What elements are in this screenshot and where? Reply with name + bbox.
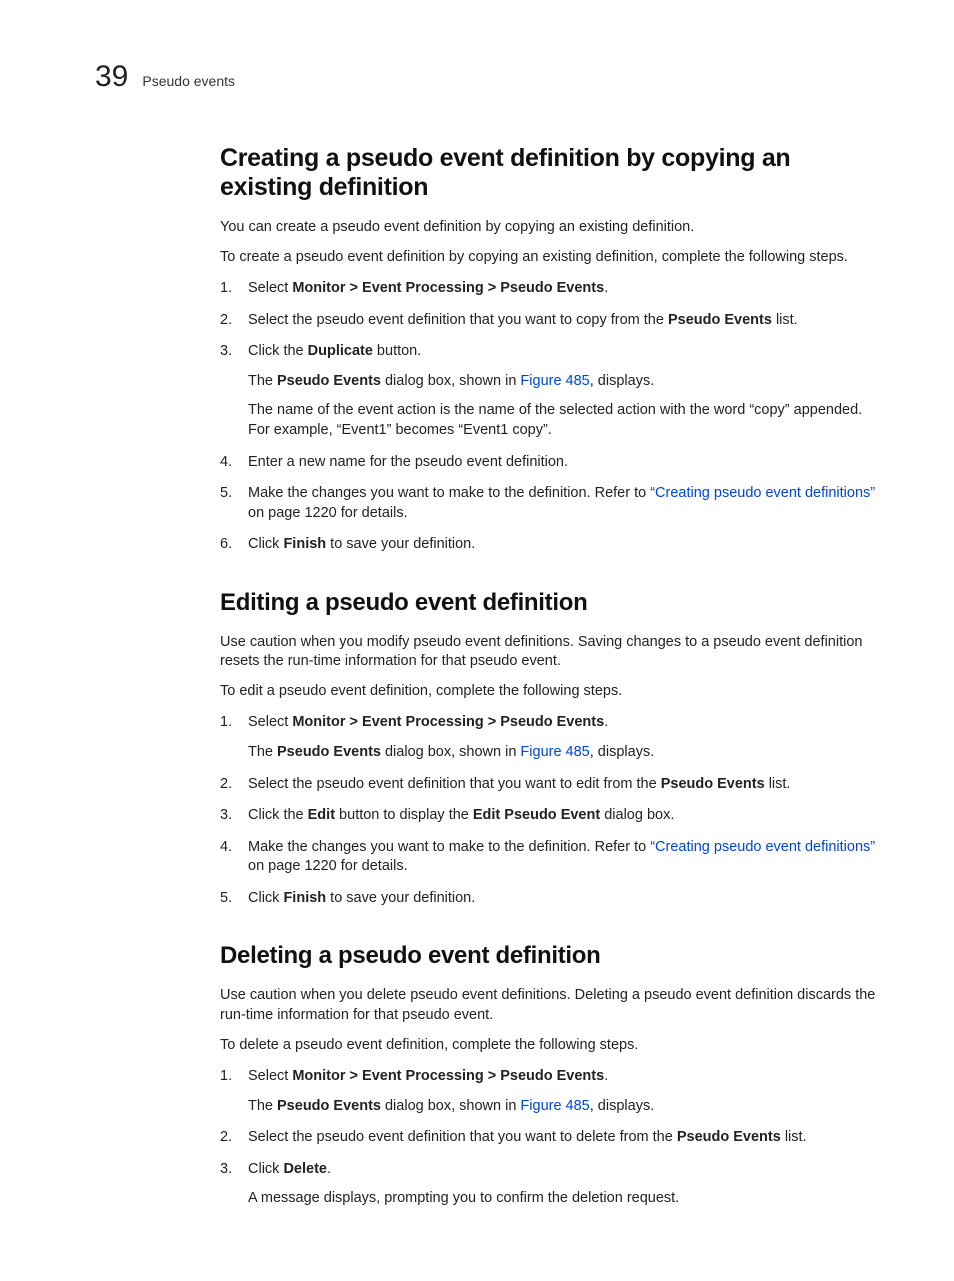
menu-path: Monitor > Event Processing > Pseudo Even…	[292, 1068, 604, 1084]
step-item: Select the pseudo event definition that …	[220, 311, 884, 331]
text: list.	[765, 776, 791, 792]
step-item: Select the pseudo event definition that …	[220, 1128, 884, 1148]
step-list: Select Monitor > Event Processing > Pseu…	[220, 713, 884, 908]
text: Click	[248, 1161, 283, 1177]
paragraph: To create a pseudo event definition by c…	[220, 248, 884, 268]
ui-label: Finish	[283, 536, 326, 552]
ui-label: Pseudo Events	[277, 744, 381, 760]
text: button to display the	[335, 807, 473, 823]
text: Click the	[248, 807, 308, 823]
text: Make the changes you want to make to the…	[248, 839, 650, 855]
paragraph: You can create a pseudo event definition…	[220, 218, 884, 238]
ui-label: Pseudo Events	[277, 373, 381, 389]
paragraph: To delete a pseudo event definition, com…	[220, 1036, 884, 1056]
step-item: Click Finish to save your definition.	[220, 889, 884, 909]
page: 39 Pseudo events Creating a pseudo event…	[0, 0, 954, 1281]
text: to save your definition.	[326, 536, 475, 552]
step-item: Select Monitor > Event Processing > Pseu…	[220, 713, 884, 762]
text: .	[604, 714, 608, 730]
text: Select the pseudo event definition that …	[248, 1129, 677, 1145]
step-list: Select Monitor > Event Processing > Pseu…	[220, 279, 884, 555]
text: Select the pseudo event definition that …	[248, 312, 668, 328]
step-note: The Pseudo Events dialog box, shown in F…	[248, 372, 884, 392]
section-heading-deleting: Deleting a pseudo event definition	[220, 942, 884, 970]
menu-path: Monitor > Event Processing > Pseudo Even…	[292, 714, 604, 730]
text: , displays.	[590, 1098, 654, 1114]
chapter-title: Pseudo events	[142, 73, 235, 89]
text: Click	[248, 890, 283, 906]
figure-link[interactable]: Figure 485	[520, 1098, 589, 1114]
running-header: 39 Pseudo events	[95, 60, 884, 94]
section-heading-creating: Creating a pseudo event definition by co…	[220, 144, 884, 202]
step-note: A message displays, prompting you to con…	[248, 1189, 884, 1209]
paragraph: Use caution when you modify pseudo event…	[220, 633, 884, 672]
text: .	[327, 1161, 331, 1177]
ui-label: Pseudo Events	[668, 312, 772, 328]
text: .	[604, 280, 608, 296]
ui-label: Edit Pseudo Event	[473, 807, 600, 823]
text: Select	[248, 280, 292, 296]
step-item: Select Monitor > Event Processing > Pseu…	[220, 279, 884, 299]
text: button.	[373, 343, 421, 359]
step-item: Click the Duplicate button. The Pseudo E…	[220, 342, 884, 440]
text: , displays.	[590, 373, 654, 389]
ui-label: Pseudo Events	[277, 1098, 381, 1114]
text: dialog box, shown in	[381, 373, 520, 389]
content: Creating a pseudo event definition by co…	[220, 144, 884, 1209]
cross-ref-link[interactable]: “Creating pseudo event definitions”	[650, 485, 875, 501]
step-list: Select Monitor > Event Processing > Pseu…	[220, 1067, 884, 1209]
paragraph: To edit a pseudo event definition, compl…	[220, 682, 884, 702]
step-item: Select the pseudo event definition that …	[220, 775, 884, 795]
step-item: Make the changes you want to make to the…	[220, 484, 884, 523]
text: The	[248, 373, 277, 389]
cross-ref-link[interactable]: “Creating pseudo event definitions”	[650, 839, 875, 855]
menu-path: Monitor > Event Processing > Pseudo Even…	[292, 280, 604, 296]
text: , displays.	[590, 744, 654, 760]
step-item: Click the Edit button to display the Edi…	[220, 806, 884, 826]
text: dialog box.	[600, 807, 674, 823]
text: Click	[248, 536, 283, 552]
figure-link[interactable]: Figure 485	[520, 744, 589, 760]
ui-label: Pseudo Events	[661, 776, 765, 792]
text: list.	[781, 1129, 807, 1145]
step-item: Click Delete. A message displays, prompt…	[220, 1160, 884, 1209]
step-note: The Pseudo Events dialog box, shown in F…	[248, 1097, 884, 1117]
text: Select the pseudo event definition that …	[248, 776, 661, 792]
text: to save your definition.	[326, 890, 475, 906]
text: on page 1220 for details.	[248, 858, 408, 874]
text: dialog box, shown in	[381, 744, 520, 760]
text: Select	[248, 1068, 292, 1084]
step-note: The name of the event action is the name…	[248, 401, 884, 440]
text: on page 1220 for details.	[248, 505, 408, 521]
step-item: Enter a new name for the pseudo event de…	[220, 453, 884, 473]
text: The	[248, 1098, 277, 1114]
text: Select	[248, 714, 292, 730]
text: Click the	[248, 343, 308, 359]
paragraph: Use caution when you delete pseudo event…	[220, 986, 884, 1025]
figure-link[interactable]: Figure 485	[520, 373, 589, 389]
ui-label: Edit	[308, 807, 335, 823]
text: The	[248, 744, 277, 760]
text: Make the changes you want to make to the…	[248, 485, 650, 501]
ui-label: Finish	[283, 890, 326, 906]
text: dialog box, shown in	[381, 1098, 520, 1114]
step-item: Select Monitor > Event Processing > Pseu…	[220, 1067, 884, 1116]
step-item: Click Finish to save your definition.	[220, 535, 884, 555]
text: list.	[772, 312, 798, 328]
step-item: Make the changes you want to make to the…	[220, 838, 884, 877]
ui-label: Pseudo Events	[677, 1129, 781, 1145]
step-note: The Pseudo Events dialog box, shown in F…	[248, 743, 884, 763]
ui-label: Duplicate	[308, 343, 373, 359]
ui-label: Delete	[283, 1161, 327, 1177]
text: .	[604, 1068, 608, 1084]
chapter-number: 39	[95, 60, 128, 94]
section-heading-editing: Editing a pseudo event definition	[220, 589, 884, 617]
